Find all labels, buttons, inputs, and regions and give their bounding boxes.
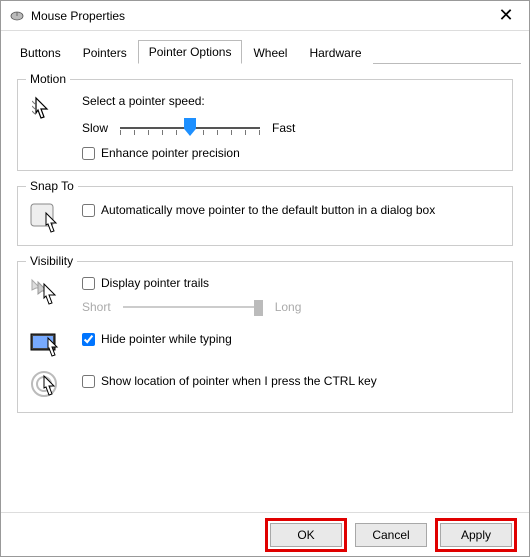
hide-typing-row: Hide pointer while typing xyxy=(82,332,500,346)
ok-button[interactable]: OK xyxy=(270,523,342,547)
close-button[interactable]: ✕ xyxy=(491,5,521,26)
snapto-legend: Snap To xyxy=(26,179,78,193)
ctrl-locate-row: Show location of pointer when I press th… xyxy=(82,374,500,388)
titlebar: Mouse Properties ✕ xyxy=(1,1,529,31)
tab-pointers[interactable]: Pointers xyxy=(72,41,138,64)
enhance-precision-row: Enhance pointer precision xyxy=(82,146,500,160)
cancel-button[interactable]: Cancel xyxy=(355,523,427,547)
speed-label: Select a pointer speed: xyxy=(82,94,500,108)
trails-icon xyxy=(30,278,64,308)
cursor-speed-icon xyxy=(32,96,62,126)
motion-legend: Motion xyxy=(26,72,70,86)
footer: OK Cancel Apply xyxy=(1,512,529,556)
fast-label: Fast xyxy=(272,121,295,135)
mouse-properties-dialog: Mouse Properties ✕ Buttons Pointers Poin… xyxy=(0,0,530,557)
snapto-row: Automatically move pointer to the defaul… xyxy=(82,203,500,217)
ctrl-locate-checkbox[interactable] xyxy=(82,375,95,388)
trails-slider xyxy=(123,296,263,318)
tabs: Buttons Pointers Pointer Options Wheel H… xyxy=(9,39,521,64)
speed-slider[interactable] xyxy=(120,116,260,140)
long-label: Long xyxy=(275,300,302,314)
motion-group: Motion Select a pointer speed: Slow xyxy=(17,72,513,171)
tab-wheel[interactable]: Wheel xyxy=(242,41,298,64)
visibility-group: Visibility Display pointer trails xyxy=(17,254,513,413)
visibility-legend: Visibility xyxy=(26,254,77,268)
ok-highlight: OK xyxy=(265,518,347,552)
enhance-precision-label: Enhance pointer precision xyxy=(101,146,240,160)
hide-typing-checkbox[interactable] xyxy=(82,333,95,346)
mouse-icon xyxy=(9,10,25,22)
trails-label: Display pointer trails xyxy=(101,276,209,290)
ctrl-locate-icon xyxy=(30,370,64,402)
hide-typing-icon xyxy=(30,330,64,358)
apply-button[interactable]: Apply xyxy=(440,523,512,547)
apply-highlight: Apply xyxy=(435,518,517,552)
trails-checkbox[interactable] xyxy=(82,277,95,290)
enhance-precision-checkbox[interactable] xyxy=(82,147,95,160)
snap-to-icon xyxy=(30,203,64,235)
tab-hardware[interactable]: Hardware xyxy=(298,41,372,64)
ctrl-locate-label: Show location of pointer when I press th… xyxy=(101,374,377,388)
short-label: Short xyxy=(82,300,111,314)
snapto-checkbox[interactable] xyxy=(82,204,95,217)
snapto-group: Snap To Automatically move pointer to th… xyxy=(17,179,513,246)
trails-row: Display pointer trails xyxy=(82,276,500,290)
content: Motion Select a pointer speed: Slow xyxy=(1,64,529,512)
window-title: Mouse Properties xyxy=(31,9,125,23)
snapto-label: Automatically move pointer to the defaul… xyxy=(101,203,435,217)
tab-pointer-options[interactable]: Pointer Options xyxy=(138,40,243,64)
slow-label: Slow xyxy=(82,121,108,135)
tab-buttons[interactable]: Buttons xyxy=(9,41,72,64)
hide-typing-label: Hide pointer while typing xyxy=(101,332,232,346)
